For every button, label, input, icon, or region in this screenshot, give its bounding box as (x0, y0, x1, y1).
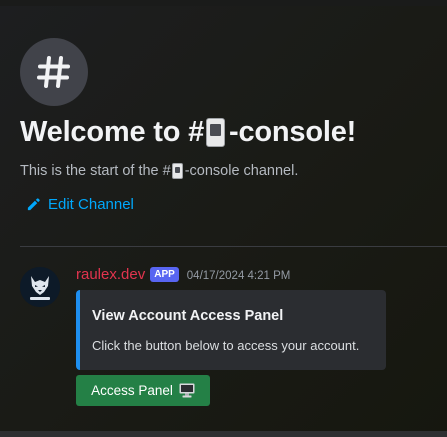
desktop-computer-icon (179, 383, 195, 398)
wolf-logo (20, 267, 60, 307)
channel-start-text: This is the start of the # -console chan… (20, 163, 298, 179)
start-prefix: This is the start of the # (20, 163, 171, 179)
app-badge: APP (150, 267, 179, 282)
username[interactable]: raulex.dev (76, 266, 145, 283)
embed-description: Click the button below to access your ac… (92, 338, 360, 353)
edit-channel-label[interactable]: Edit Channel (48, 196, 134, 213)
avatar[interactable] (20, 267, 60, 307)
timestamp: 04/17/2024 4:21 PM (186, 270, 291, 282)
welcome-heading: Welcome to # -console! (20, 116, 356, 149)
start-suffix: -console channel. (184, 163, 299, 179)
access-panel-button[interactable]: Access Panel (76, 375, 210, 406)
edit-channel-link[interactable]: Edit Channel (26, 196, 134, 213)
welcome-prefix: Welcome to # (20, 116, 205, 148)
channel-hash-badge (20, 38, 88, 106)
mobile-phone-icon (206, 118, 226, 147)
top-edge (0, 0, 447, 6)
mobile-phone-icon (171, 163, 183, 179)
divider (20, 246, 447, 247)
access-panel-label: Access Panel (91, 383, 173, 398)
bottom-bar (0, 431, 447, 437)
message-header: raulex.dev APP 04/17/2024 4:21 PM (76, 266, 290, 283)
pencil-icon (27, 198, 40, 211)
welcome-suffix: -console! (229, 116, 357, 148)
hash-icon (37, 56, 70, 88)
message-embed: View Account Access Panel Click the butt… (76, 290, 386, 370)
embed-title: View Account Access Panel (92, 308, 284, 324)
